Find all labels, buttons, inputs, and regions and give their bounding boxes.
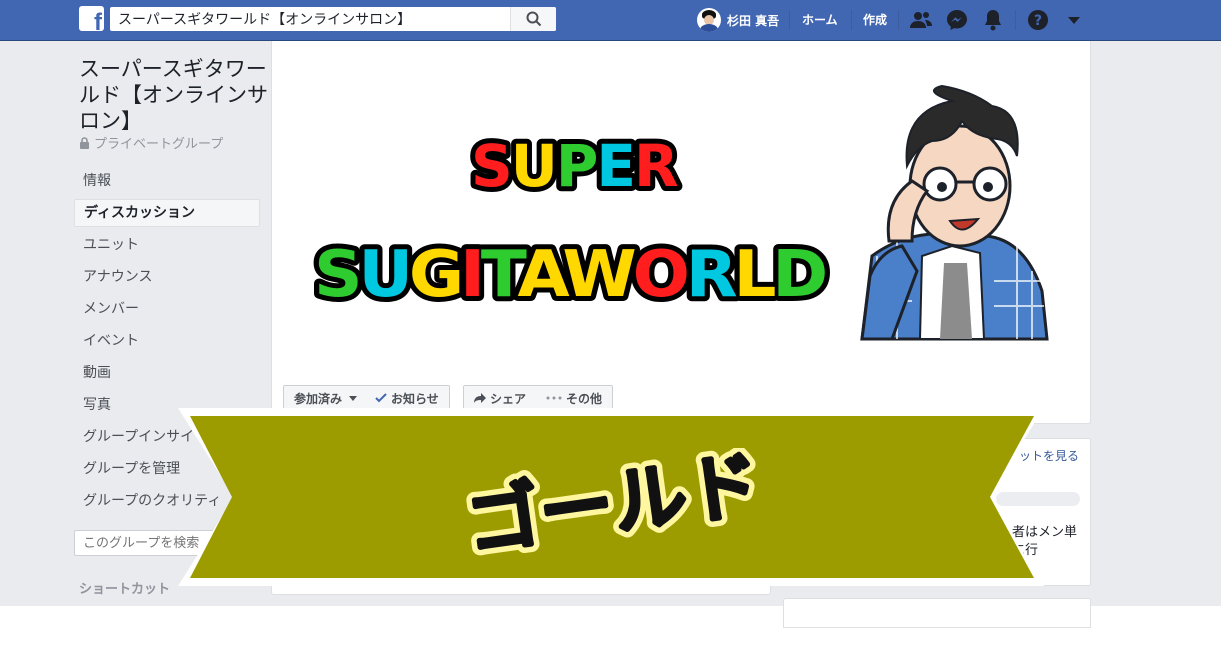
logo-word-sugita-world-fill: SUGITAWORLD	[314, 238, 825, 312]
profile-link[interactable]: 杉田 真吾	[697, 8, 779, 32]
notifications-label: お知らせ	[391, 391, 439, 406]
cartoon-character-image	[860, 84, 1049, 341]
cover-card: SUPER SUPER SUGITAWORLD SUGITAWORLD	[271, 41, 1091, 424]
facebook-logo-icon[interactable]: f	[79, 6, 104, 31]
search-input[interactable]	[110, 7, 510, 31]
logo-letter: S	[314, 238, 358, 312]
top-navigation-bar: f 杉田 真吾 ホーム 作成 ?	[0, 0, 1221, 41]
gold-label-text: ゴールド ゴールド	[454, 448, 773, 558]
profile-name: 杉田 真吾	[727, 13, 780, 28]
share-label: シェア	[490, 391, 527, 406]
lock-icon	[80, 136, 89, 149]
logo-letter: I	[460, 238, 481, 312]
search-button[interactable]	[510, 7, 556, 31]
logo-letter: R	[686, 238, 737, 312]
sidebar-item-units[interactable]: ユニット	[74, 231, 260, 259]
sidebar-item-members[interactable]: メンバー	[74, 295, 260, 323]
avatar	[697, 8, 721, 32]
home-link[interactable]: ホーム	[802, 11, 838, 28]
more-dots-icon	[546, 396, 562, 400]
svg-text:?: ?	[1034, 13, 1042, 29]
logo-letter: G	[409, 238, 460, 312]
logo-letter: W	[562, 238, 635, 312]
messenger-icon[interactable]	[945, 8, 969, 32]
friend-requests-icon[interactable]	[909, 8, 933, 32]
nav-divider	[789, 10, 790, 30]
logo-word-super: SUPER	[471, 132, 678, 200]
group-title[interactable]: スーパースギタワールド【オンラインサロン】	[79, 56, 269, 134]
right-sidebar-card-2	[783, 598, 1091, 628]
nav-divider	[898, 10, 899, 30]
privacy-text: プライベートグループ	[94, 137, 224, 152]
logo-letter: U	[358, 238, 409, 312]
group-privacy-label: プライベートグループ	[79, 133, 223, 152]
sidebar-item-events[interactable]: イベント	[74, 327, 260, 355]
shortcuts-heading: ショートカット	[79, 582, 171, 597]
search-icon	[526, 11, 542, 27]
cover-photo[interactable]: SUPER SUPER SUGITAWORLDSUGITAWORLD	[272, 41, 1092, 386]
caret-down-icon	[349, 396, 358, 401]
notifications-bell-icon[interactable]	[981, 8, 1005, 32]
logo-word-sugita-world: SUGITAWORLDSUGITAWORLD	[309, 233, 834, 317]
sidebar-item-about[interactable]: 情報	[74, 167, 260, 195]
create-link[interactable]: 作成	[863, 11, 887, 28]
more-label: その他	[566, 391, 603, 406]
help-icon[interactable]: ?	[1026, 8, 1050, 32]
joined-label: 参加済み	[294, 391, 343, 406]
logo-letter: D	[772, 238, 825, 312]
sidebar-item-discussion[interactable]: ディスカッション	[74, 199, 260, 227]
search-box	[110, 7, 556, 31]
logo-letter: O	[633, 238, 688, 312]
sidebar-item-announcements[interactable]: アナウンス	[74, 263, 260, 291]
account-menu-chevron-down-icon[interactable]	[1062, 8, 1086, 32]
svg-text:ゴールド: ゴールド	[461, 448, 766, 558]
logo-letter: L	[733, 238, 775, 312]
check-icon	[375, 393, 387, 403]
nav-divider	[851, 10, 852, 30]
nav-divider	[1015, 10, 1016, 30]
share-arrow-icon	[474, 393, 486, 403]
sidebar-item-videos[interactable]: 動画	[74, 359, 260, 387]
